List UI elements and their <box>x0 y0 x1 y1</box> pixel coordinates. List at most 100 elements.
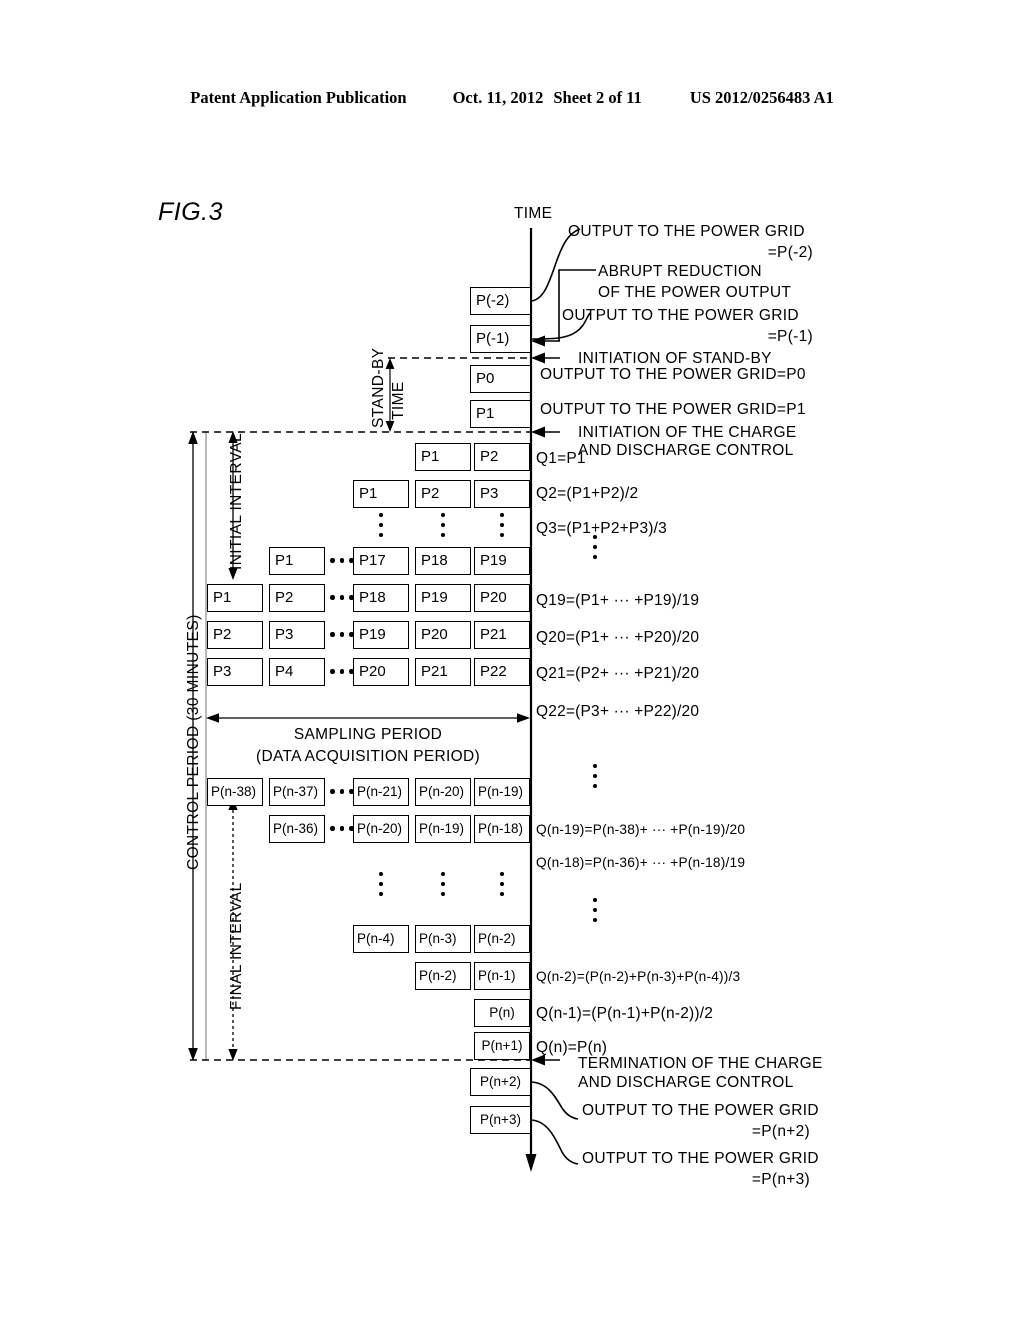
power-sample-box: P(n-19) <box>415 815 471 843</box>
power-sample-box: P2 <box>474 443 530 471</box>
callout-output-p1: OUTPUT TO THE POWER GRID=P1 <box>540 401 806 418</box>
power-sample-box: P17 <box>353 547 409 575</box>
callout-output-p0: OUTPUT TO THE POWER GRID=P0 <box>540 366 806 383</box>
power-sample-box: P(n-36) <box>269 815 325 843</box>
final-interval-label: FINAL INTERVAL <box>228 882 245 1010</box>
average-formula: Q(n-2)=(P(n-2)+P(n-3)+P(n-4))/3 <box>536 969 741 984</box>
power-sample-box: P21 <box>415 658 471 686</box>
standby-time-label-line1: STAND-BY <box>370 347 387 428</box>
formula-vertical-ellipsis-icon <box>593 898 597 928</box>
callout-abrupt-reduction-line1: ABRUPT REDUCTION <box>598 263 762 280</box>
callout-termination-charge-line1: TERMINATION OF THE CHARGE <box>578 1055 823 1072</box>
callout-termination-charge-line2: AND DISCHARGE CONTROL <box>578 1074 794 1091</box>
callout-output-pm1-line2: =P(-1) <box>767 328 813 345</box>
average-formula: Q(n-18)=P(n-36)+ ··· +P(n-18)/19 <box>536 855 746 870</box>
control-period-arrowhead-top <box>188 431 198 444</box>
standby-arrowhead <box>531 352 545 364</box>
power-sample-box: P(n-4) <box>353 925 409 953</box>
top-power-box: P(-2) <box>470 287 531 315</box>
power-sample-box: P(n-18) <box>474 815 530 843</box>
power-sample-box: P1 <box>415 443 471 471</box>
power-sample-box: P(n-38) <box>207 778 263 806</box>
time-axis-label: TIME <box>514 205 553 222</box>
horizontal-ellipsis-icon <box>330 558 354 563</box>
callout-output-pn3-line2: =P(n+3) <box>751 1171 810 1188</box>
power-sample-box: P(n-1) <box>474 962 530 990</box>
average-formula: Q20=(P1+ ··· +P20)/20 <box>536 629 700 646</box>
initial-interval-label: INITIAL INTERVAL <box>228 432 245 570</box>
power-sample-box: P(n+1) <box>474 1032 530 1060</box>
sampling-period-arrowhead-left <box>206 713 219 723</box>
out-pn2-leader <box>529 1081 579 1120</box>
callout-output-pm1-line1: OUTPUT TO THE POWER GRID <box>562 307 799 324</box>
sampling-period-label-line2: (DATA ACQUISITION PERIOD) <box>256 748 480 765</box>
power-sample-box: P1 <box>353 480 409 508</box>
average-formula: Q(n-19)=P(n-38)+ ··· +P(n-19)/20 <box>536 822 746 837</box>
power-sample-box: P18 <box>415 547 471 575</box>
power-sample-box: P(n) <box>474 999 530 1027</box>
power-sample-box: P(n-19) <box>474 778 530 806</box>
power-sample-box: P3 <box>474 480 530 508</box>
average-formula: Q19=(P1+ ··· +P19)/19 <box>536 592 700 609</box>
power-sample-box: P(n-2) <box>474 925 530 953</box>
out-pn3-leader <box>529 1119 579 1165</box>
power-sample-box: P19 <box>415 584 471 612</box>
callout-output-pm2-line2: =P(-2) <box>767 244 813 261</box>
power-sample-box: P21 <box>474 621 530 649</box>
power-sample-box: P(n-21) <box>353 778 409 806</box>
vertical-ellipsis-icon <box>441 513 445 543</box>
power-sample-box: P1 <box>269 547 325 575</box>
sampling-period-label-line1: SAMPLING PERIOD <box>293 726 443 743</box>
time-axis-arrowhead <box>525 1154 537 1172</box>
abrupt-arrowhead <box>531 335 545 347</box>
power-sample-box: P19 <box>474 547 530 575</box>
power-sample-box: P(n-20) <box>353 815 409 843</box>
control-period-arrowhead-bottom <box>188 1048 198 1061</box>
power-sample-box: P(n-37) <box>269 778 325 806</box>
formula-vertical-ellipsis-icon <box>593 764 597 794</box>
control-period-label: CONTROL PERIOD (30 MINUTES) <box>185 614 202 870</box>
power-sample-box: P2 <box>269 584 325 612</box>
power-sample-box: P4 <box>269 658 325 686</box>
average-formula: Q2=(P1+P2)/2 <box>536 485 639 502</box>
average-formula: Q21=(P2+ ··· +P21)/20 <box>536 665 700 682</box>
callout-abrupt-reduction-line2: OF THE POWER OUTPUT <box>598 284 792 301</box>
formula-vertical-ellipsis-icon <box>593 535 597 565</box>
top-power-box: P1 <box>470 400 531 428</box>
power-sample-box: P19 <box>353 621 409 649</box>
horizontal-ellipsis-icon <box>330 669 354 674</box>
callout-output-pn2-line1: OUTPUT TO THE POWER GRID <box>582 1102 819 1119</box>
bottom-power-box: P(n+2) <box>470 1068 531 1096</box>
horizontal-ellipsis-icon <box>330 826 354 831</box>
average-formula: Q22=(P3+ ··· +P22)/20 <box>536 703 700 720</box>
power-sample-box: P20 <box>415 621 471 649</box>
top-power-box: P0 <box>470 365 531 393</box>
horizontal-ellipsis-icon <box>330 595 354 600</box>
standby-time-label-line2: TIME <box>390 381 407 420</box>
power-sample-box: P3 <box>207 658 263 686</box>
average-formula: Q1=P1 <box>536 450 586 467</box>
vertical-ellipsis-icon <box>500 872 504 902</box>
vertical-ellipsis-icon <box>441 872 445 902</box>
power-sample-box: P(n-20) <box>415 778 471 806</box>
power-sample-box: P(n-2) <box>415 962 471 990</box>
patent-figure-page: Patent Application Publication Oct. 11, … <box>0 0 1024 1320</box>
sampling-period-arrowhead-right <box>517 713 530 723</box>
charge-init-arrowhead <box>531 426 545 438</box>
power-sample-box: P3 <box>269 621 325 649</box>
power-sample-box: P20 <box>474 584 530 612</box>
callout-output-pm2-line1: OUTPUT TO THE POWER GRID <box>568 223 805 240</box>
vertical-ellipsis-icon <box>500 513 504 543</box>
power-sample-box: P2 <box>207 621 263 649</box>
power-sample-box: P22 <box>474 658 530 686</box>
callout-initiation-charge-line2: AND DISCHARGE CONTROL <box>578 442 794 459</box>
horizontal-ellipsis-icon <box>330 632 354 637</box>
bottom-power-box: P(n+3) <box>470 1106 531 1134</box>
power-sample-box: P1 <box>207 584 263 612</box>
power-sample-box: P(n-3) <box>415 925 471 953</box>
average-formula: Q(n-1)=(P(n-1)+P(n-2))/2 <box>536 1005 714 1022</box>
horizontal-ellipsis-icon <box>330 789 354 794</box>
power-sample-box: P20 <box>353 658 409 686</box>
power-sample-box: P2 <box>415 480 471 508</box>
vertical-ellipsis-icon <box>379 872 383 902</box>
